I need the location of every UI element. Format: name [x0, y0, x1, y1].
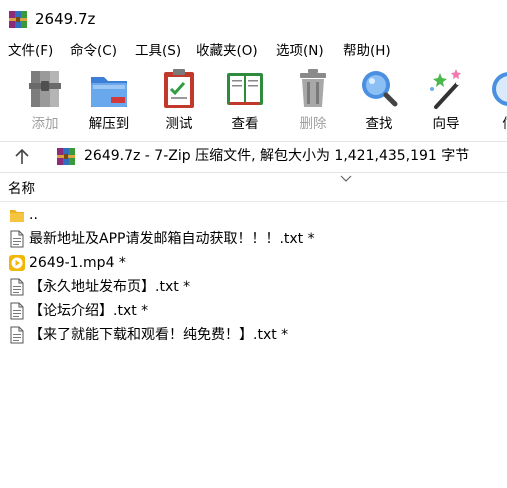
text-file-icon — [10, 278, 24, 296]
text-file-icon — [10, 230, 24, 248]
view-button[interactable]: 查看 — [214, 64, 276, 140]
winrar-archive-icon — [57, 148, 75, 165]
menu-help[interactable]: 帮助(H) — [343, 42, 391, 60]
wizard-wand-icon — [430, 69, 463, 109]
video-file-icon — [9, 255, 25, 271]
test-clipboard-icon — [164, 69, 194, 108]
up-arrow-icon[interactable] — [12, 147, 32, 167]
address-bar: 2649.7z - 7-Zip 压缩文件, 解包大小为 1,421,435,19… — [0, 141, 507, 173]
list-item[interactable]: 2649-1.mp4 * — [0, 251, 507, 275]
magnifier-icon — [362, 71, 398, 107]
sort-chevron-icon — [340, 175, 352, 182]
toolbar: 添加 解压到 测试 查看 删除 查找 向导 — [0, 64, 507, 140]
add-archive-icon — [29, 71, 61, 107]
file-list: 名称 .. 最新地址及APP请发邮箱自动获取！！！.txt * 2649-1.m… — [0, 172, 507, 488]
menu-command[interactable]: 命令(C) — [70, 42, 117, 60]
menu-tools[interactable]: 工具(S) — [135, 42, 181, 60]
test-button[interactable]: 测试 — [148, 64, 210, 140]
delete-button[interactable]: 删除 — [282, 64, 344, 140]
list-item[interactable]: 【论坛介绍】.txt * — [0, 299, 507, 323]
title-bar: 2649.7z — [0, 0, 507, 38]
list-item[interactable]: 【来了就能下载和观看！纯免费！】.txt * — [0, 323, 507, 347]
address-path[interactable]: 2649.7z - 7-Zip 压缩文件, 解包大小为 1,421,435,19… — [84, 147, 469, 166]
winrar-archive-icon — [9, 11, 27, 28]
menu-favorites[interactable]: 收藏夹(O) — [196, 42, 258, 60]
wizard-button[interactable]: 向导 — [415, 64, 477, 140]
trash-icon — [300, 69, 326, 107]
view-book-icon — [227, 73, 263, 105]
folder-icon — [10, 210, 24, 222]
column-header-name[interactable]: 名称 — [0, 175, 507, 202]
add-button[interactable]: 添加 — [14, 64, 76, 140]
list-item[interactable]: 最新地址及APP请发邮箱自动获取！！！.txt * — [0, 227, 507, 251]
menu-file[interactable]: 文件(F) — [8, 42, 53, 60]
find-button[interactable]: 查找 — [348, 64, 410, 140]
window-title: 2649.7z — [35, 10, 96, 28]
text-file-icon — [10, 326, 24, 344]
extract-folder-icon — [91, 77, 127, 107]
list-item[interactable]: 【永久地址发布页】.txt * — [0, 275, 507, 299]
info-button[interactable]: 信 — [478, 64, 507, 140]
extract-to-button[interactable]: 解压到 — [78, 64, 140, 140]
list-item[interactable]: .. — [0, 203, 507, 227]
info-icon — [492, 72, 507, 106]
menu-options[interactable]: 选项(N) — [276, 42, 324, 60]
text-file-icon — [10, 302, 24, 320]
menu-bar: 文件(F) 命令(C) 工具(S) 收藏夹(O) 选项(N) 帮助(H) — [0, 38, 507, 64]
